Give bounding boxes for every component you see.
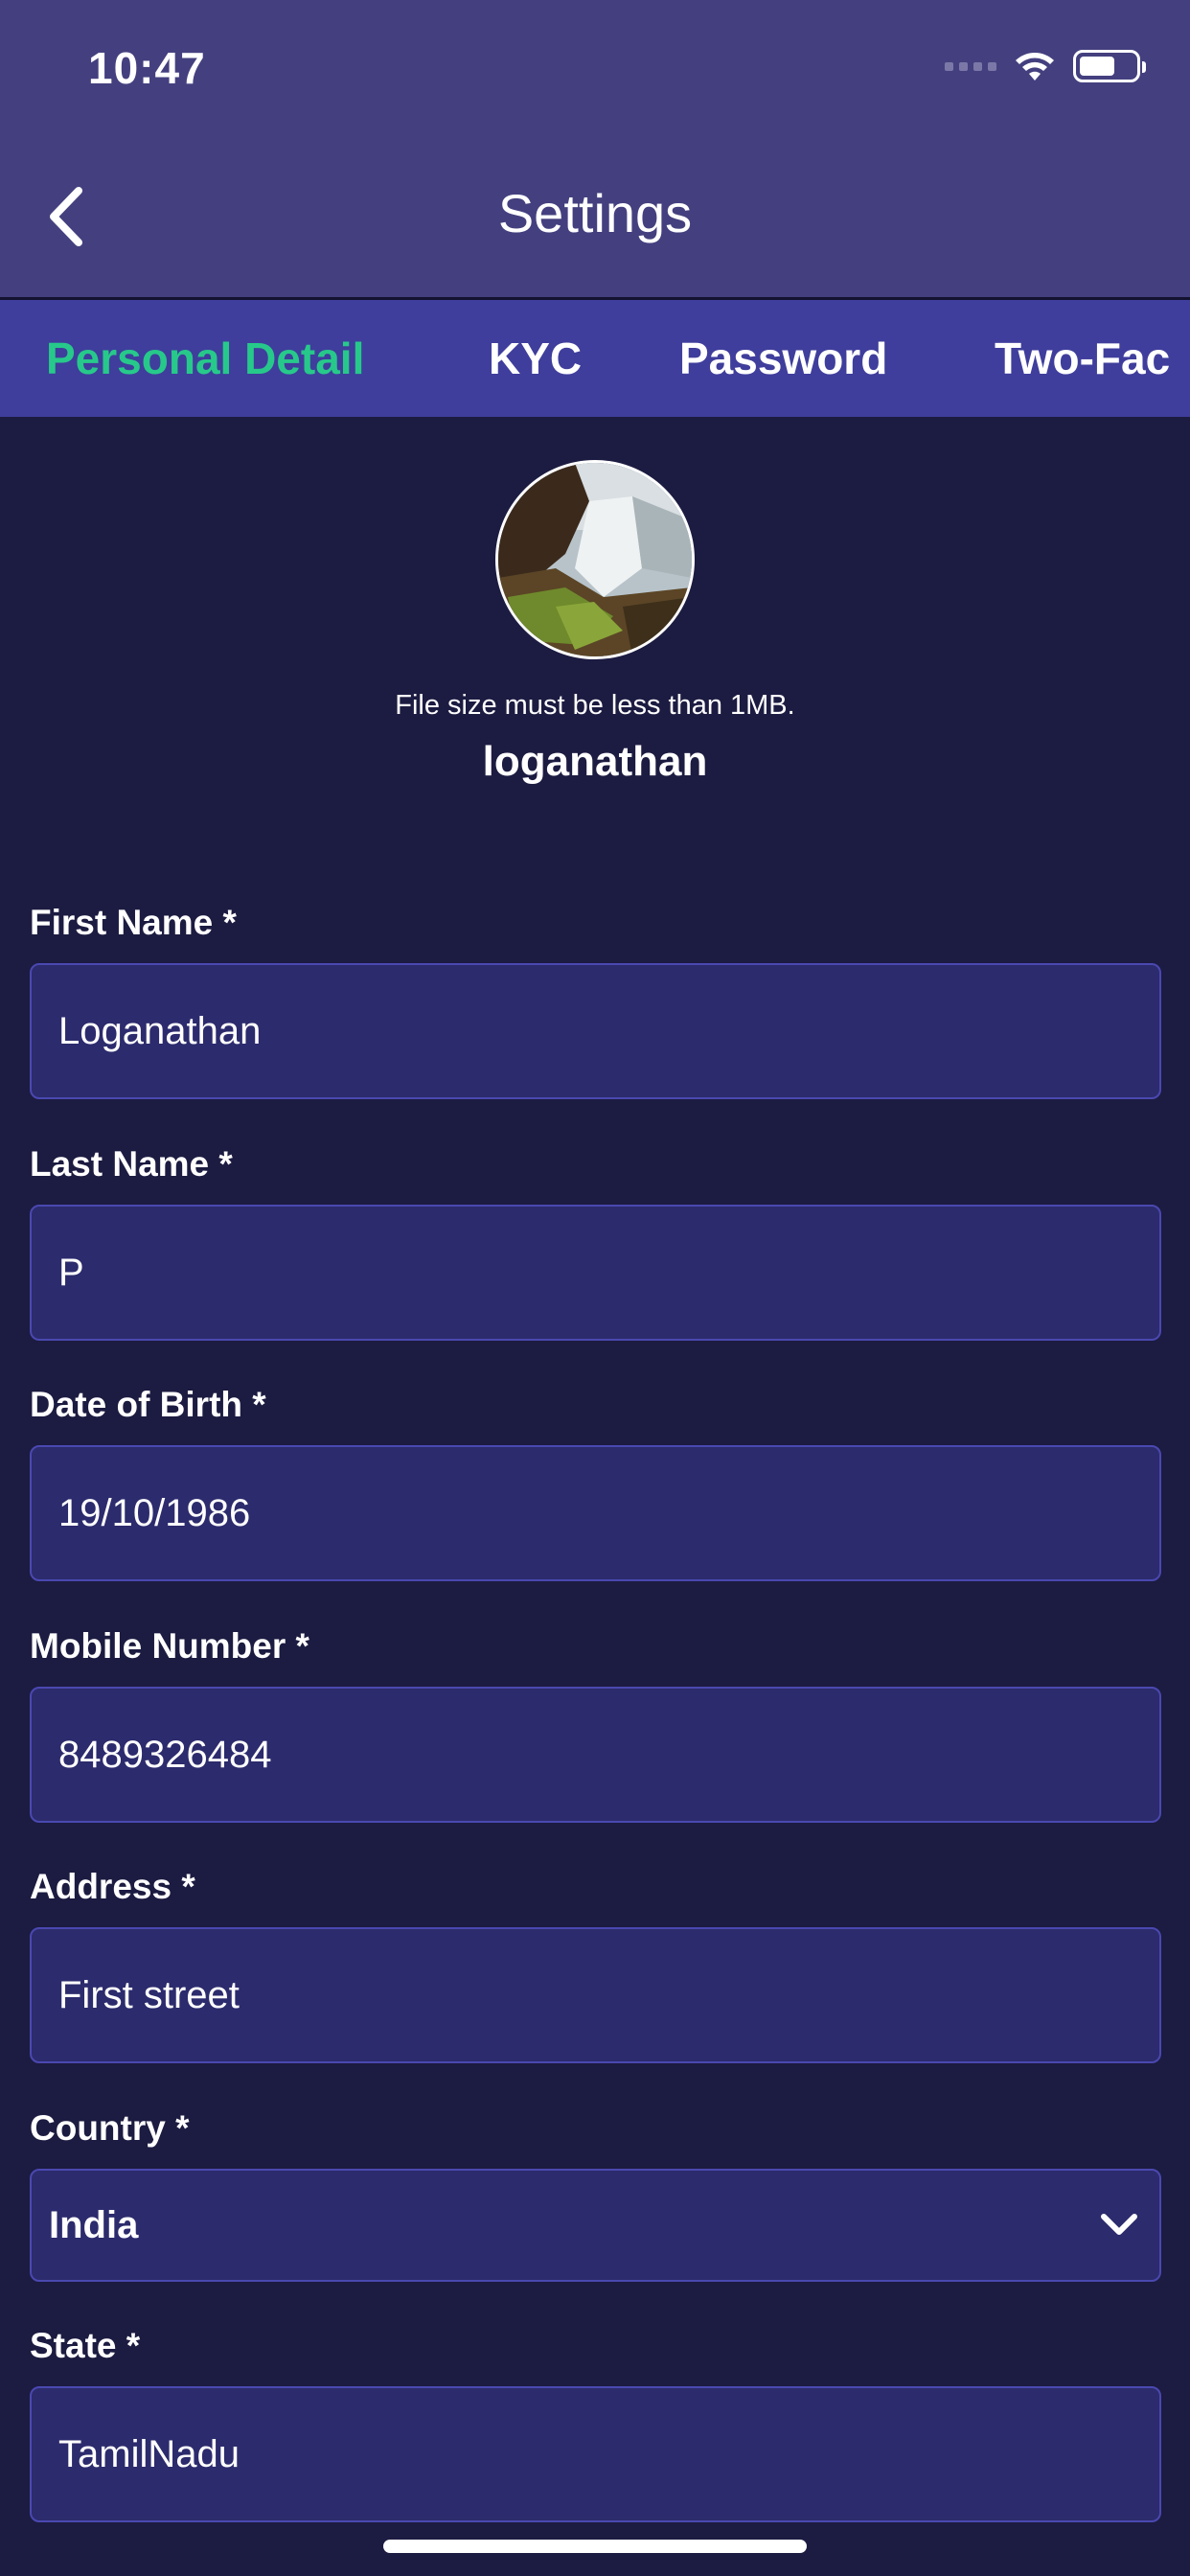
- tab-personal-detail[interactable]: Personal Detail: [46, 300, 364, 417]
- tab-kyc[interactable]: KYC: [489, 300, 582, 417]
- last-name-label: Last Name *: [30, 1144, 233, 1184]
- first-name-value: Loganathan: [58, 1009, 262, 1052]
- signal-icon: [945, 61, 996, 71]
- wifi-icon: [1016, 53, 1054, 80]
- dob-value: 19/10/1986: [58, 1491, 251, 1534]
- battery-icon: [1073, 50, 1146, 82]
- state-label: State *: [30, 2326, 141, 2365]
- file-size-note: File size must be less than 1MB.: [395, 690, 795, 721]
- profile-username: loganathan: [482, 738, 708, 785]
- status-icons: [945, 50, 1146, 82]
- settings-tab-bar: Personal Detail KYC Password Two-Fac: [0, 300, 1190, 417]
- state-field[interactable]: TamilNadu: [30, 2386, 1161, 2522]
- header-bar: 10:47 Settings: [0, 0, 1190, 300]
- address-value: First street: [58, 1973, 240, 2016]
- page-title: Settings: [497, 183, 693, 243]
- address-label: Address *: [30, 1867, 195, 1906]
- chevron-down-icon: [1101, 2214, 1137, 2235]
- address-field[interactable]: First street: [30, 1927, 1161, 2063]
- dob-field[interactable]: 19/10/1986: [30, 1445, 1161, 1581]
- state-value: TamilNadu: [58, 2432, 240, 2475]
- last-name-value: P: [58, 1251, 84, 1294]
- status-time: 10:47: [88, 43, 206, 93]
- first-name-field[interactable]: Loganathan: [30, 963, 1161, 1099]
- home-indicator[interactable]: [383, 2540, 807, 2553]
- country-value: India: [49, 2203, 139, 2246]
- dob-label: Date of Birth *: [30, 1385, 266, 1424]
- mobile-label: Mobile Number *: [30, 1626, 309, 1666]
- country-label: Country *: [30, 2108, 190, 2148]
- tab-two-factor[interactable]: Two-Fac: [995, 300, 1170, 417]
- mobile-value: 8489326484: [58, 1733, 272, 1776]
- first-name-label: First Name *: [30, 903, 237, 942]
- last-name-field[interactable]: P: [30, 1205, 1161, 1341]
- tab-password[interactable]: Password: [679, 300, 887, 417]
- avatar-image: [498, 463, 692, 656]
- country-select[interactable]: India: [30, 2169, 1161, 2282]
- mobile-field[interactable]: 8489326484: [30, 1687, 1161, 1823]
- profile-avatar[interactable]: [495, 460, 695, 659]
